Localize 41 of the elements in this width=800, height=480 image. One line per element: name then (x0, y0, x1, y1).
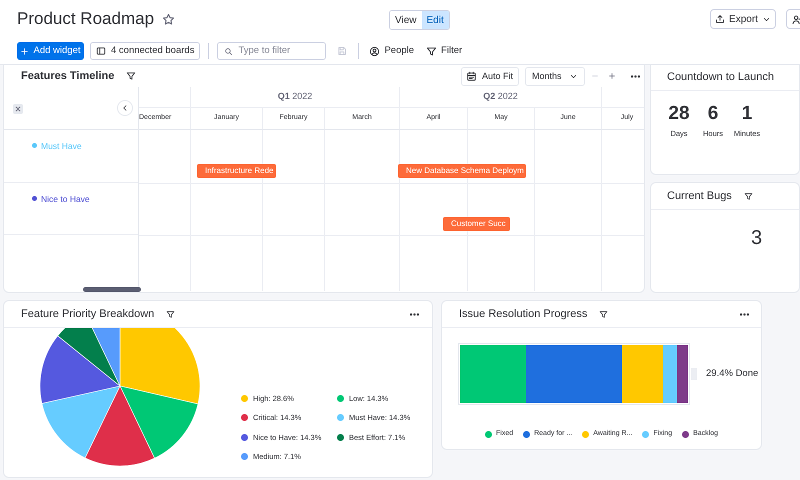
plus-icon (20, 46, 30, 56)
search-icon (224, 46, 234, 56)
upload-icon (715, 14, 726, 24)
quarter-label: Q1 2022 (278, 90, 312, 104)
mode-tab[interactable]: Edit (422, 11, 449, 29)
countdown-value: 1 (742, 103, 752, 125)
zoom-dropdown[interactable]: Months (525, 67, 585, 86)
user-plus-icon (792, 14, 800, 24)
people-button[interactable]: People (369, 42, 414, 60)
done-percentage: 29.4% Done (706, 366, 758, 381)
filter-icon[interactable] (126, 71, 136, 81)
card-title: Issue Resolution Progress (459, 306, 588, 322)
star-icon[interactable] (162, 12, 176, 26)
search-field[interactable]: Type to filter (217, 42, 326, 60)
countdown-value: 28 (668, 103, 690, 125)
export-button[interactable]: Export (710, 9, 776, 29)
countdown-value: 6 (708, 103, 718, 125)
filter-icon[interactable] (744, 192, 753, 200)
calendar-icon (466, 71, 477, 82)
person-icon (369, 46, 380, 56)
board-icon (96, 46, 106, 56)
card-title: Features Timeline (21, 68, 114, 84)
bug-count: 3 (751, 226, 762, 251)
card-title: Current Bugs (667, 188, 732, 204)
chevron-down-icon (569, 72, 578, 81)
card-title: Feature Priority Breakdown (21, 306, 154, 322)
card-title: Countdown to Launch (667, 70, 774, 86)
connected-boards-button[interactable]: 4 connected boards (90, 42, 200, 60)
filter-icon (426, 46, 438, 56)
group-label: Must Have (41, 140, 82, 153)
add-widget-button[interactable]: Add widget (17, 42, 84, 60)
auto-fit-button[interactable]: Auto Fit (461, 67, 519, 86)
filter-icon[interactable] (166, 310, 176, 318)
quarter-label: Q2 2022 (483, 90, 518, 104)
horizontal-scrollbar[interactable] (83, 287, 141, 292)
page-title: Product Roadmap (17, 8, 154, 30)
search-input[interactable]: Type to filter (238, 44, 318, 58)
zoom-in-icon[interactable] (608, 72, 616, 80)
filter-icon[interactable] (599, 310, 608, 318)
filter-button[interactable]: Filter (426, 42, 462, 60)
group-label: Nice to Have (41, 193, 90, 206)
